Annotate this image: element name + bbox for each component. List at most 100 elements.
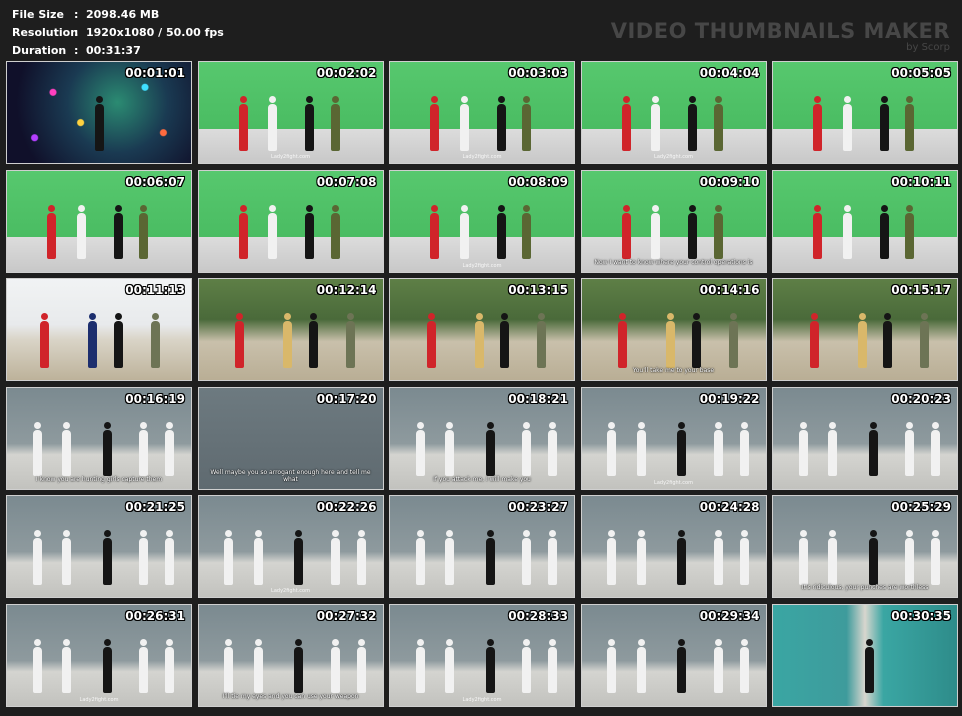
figure: [857, 313, 867, 368]
figure: [268, 96, 278, 151]
thumbnail-brand: Lady2fight.com: [654, 154, 693, 160]
thumbnail-timestamp: 00:07:08: [316, 174, 377, 189]
figure: [607, 530, 617, 585]
figure: [828, 421, 838, 477]
thumbnail-timestamp: 00:25:29: [891, 500, 951, 514]
file-size-label: File Size: [12, 8, 64, 21]
figure: [607, 638, 617, 694]
figure: [415, 421, 425, 477]
figure: [828, 530, 838, 585]
thumbnail-floor: [7, 237, 191, 272]
figure: [813, 204, 823, 260]
figure: [459, 204, 469, 260]
figure: [47, 204, 57, 260]
figure: [868, 530, 878, 585]
thumbnail-18[interactable]: 00:18:21 If you attack me, I will make yo…: [389, 386, 575, 490]
thumbnail-12[interactable]: 00:12:14: [197, 278, 384, 381]
figure: [651, 204, 661, 260]
figure: [713, 530, 723, 585]
thumbnail-subtitle: I'll tie my eyes and you can use your we…: [222, 692, 359, 700]
thumbnail-8[interactable]: 00:08:09 Lady2fight.com: [389, 169, 575, 273]
resolution-value: 1920x1080 / 50.00 fps: [86, 26, 224, 39]
thumbnail-17[interactable]: 00:17:20 Well maybe you so arrogant enoug…: [197, 386, 384, 490]
thumbnail-30[interactable]: 00:30:35: [772, 603, 958, 707]
thumbnail-10[interactable]: 00:10:11: [772, 169, 958, 273]
thumbnail-22[interactable]: 00:22:26 Lady2fight.com: [197, 495, 384, 598]
thumbnail-floor: [198, 237, 383, 272]
thumbnail-11[interactable]: 00:11:13: [6, 278, 192, 381]
figure: [102, 530, 112, 585]
thumbnail-19[interactable]: 00:19:22 Lady2fight.com: [580, 386, 767, 490]
thumbnail-brand: Lady2fight.com: [654, 479, 693, 486]
figure: [330, 638, 340, 694]
watermark-subtitle: by Scorp: [906, 42, 950, 53]
figure: [165, 421, 175, 477]
thumbnail-23[interactable]: 00:23:27: [389, 495, 575, 598]
thumbnail-timestamp: 00:10:11: [891, 174, 951, 189]
thumbnail-timestamp: 00:02:02: [316, 66, 377, 80]
figure: [636, 421, 646, 477]
thumbnail-timestamp: 00:23:27: [508, 500, 568, 514]
figure: [445, 421, 455, 477]
figure: [879, 96, 889, 151]
thumbnail-29[interactable]: 00:29:34: [580, 603, 767, 707]
figure: [798, 530, 808, 585]
thumbnail-26[interactable]: 00:26:31 Lady2fight.com: [6, 603, 192, 707]
thumbnail-24[interactable]: 00:24:28: [580, 495, 767, 598]
figure: [76, 204, 86, 260]
figure: [905, 530, 915, 585]
thumbnail-timestamp: 00:15:17: [891, 283, 951, 297]
thumbnail-7[interactable]: 00:07:08: [197, 169, 384, 273]
figure: [32, 530, 42, 585]
thumbnail-subtitle: You'll take me to your base: [632, 367, 715, 374]
thumbnail-20[interactable]: 00:20:23: [772, 386, 958, 490]
figure: [62, 530, 72, 585]
thumbnail-subtitle: Now I want to know where your control op…: [594, 258, 753, 266]
thumbnail-9[interactable]: 00:09:10 Now I want to know where your co…: [580, 169, 767, 273]
thumbnail-25[interactable]: 00:25:29 It's ridiculous, your punches ar…: [772, 495, 958, 598]
thumbnail-subtitle: I know you are hunting girls capture the…: [35, 475, 163, 483]
figure: [40, 313, 50, 368]
figure: [95, 96, 105, 151]
thumbnail-timestamp: 00:17:20: [316, 391, 377, 406]
figure: [713, 204, 723, 260]
figure: [621, 204, 631, 260]
thumbnail-timestamp: 00:12:14: [316, 283, 377, 297]
figure: [430, 204, 440, 260]
thumbnail-4[interactable]: 00:04:04 Lady2fight.com: [580, 61, 767, 164]
thumbnail-6[interactable]: 00:06:07: [6, 169, 192, 273]
figure: [165, 638, 175, 694]
thumbnail-1[interactable]: 00:01:01: [6, 61, 192, 164]
thumbnail-2[interactable]: 00:02:02 Lady2fight.com: [197, 61, 384, 164]
thumbnail-13[interactable]: 00:13:15: [389, 278, 575, 381]
figure: [268, 204, 278, 260]
figure: [548, 530, 558, 585]
thumbnail-brand: Lady2fight.com: [79, 696, 119, 703]
thumbnail-14[interactable]: 00:14:16 You'll take me to your base: [580, 278, 767, 381]
figure: [677, 421, 687, 477]
figure: [150, 313, 160, 368]
figure: [253, 530, 263, 585]
thumbnail-timestamp: 00:20:23: [891, 391, 951, 406]
file-size-separator: :: [74, 8, 79, 21]
thumbnail-21[interactable]: 00:21:25: [6, 495, 192, 598]
thumbnail-timestamp: 00:03:03: [508, 66, 568, 80]
thumbnail-5[interactable]: 00:05:05: [772, 61, 958, 164]
figure: [728, 313, 738, 368]
figure: [238, 204, 248, 260]
figure: [485, 421, 495, 477]
figure: [842, 204, 852, 260]
figure: [345, 313, 355, 368]
thumbnail-28[interactable]: 00:28:33 Lady2fight.com: [389, 603, 575, 707]
figure: [139, 638, 149, 694]
thumbnail-timestamp: 00:22:26: [316, 500, 377, 514]
thumbnail-27[interactable]: 00:27:32 I'll tie my eyes and you can use…: [197, 603, 384, 707]
figure: [305, 96, 315, 151]
figure: [868, 421, 878, 477]
thumbnail-3[interactable]: 00:03:03 Lady2fight.com: [389, 61, 575, 164]
thumbnail-16[interactable]: 00:16:19 I know you are hunting girls cap…: [6, 386, 192, 490]
figure: [905, 421, 915, 477]
figure: [636, 530, 646, 585]
figure: [798, 421, 808, 477]
thumbnail-15[interactable]: 00:15:17: [772, 278, 958, 381]
